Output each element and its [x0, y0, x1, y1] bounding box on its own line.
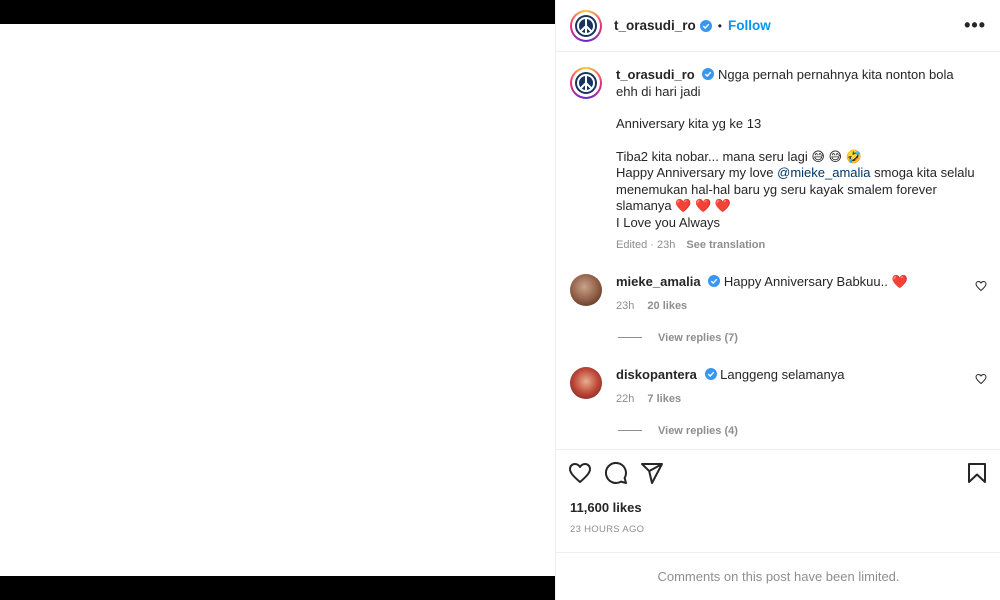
caption-text: t_orasudi_ro Ngga pernah pernahnya kita …	[616, 67, 976, 254]
posted-time: 23 HOURS AGO	[570, 524, 645, 535]
comment-body: mieke_amalia Happy Anniversary Babkuu.. …	[616, 274, 946, 314]
heart-icon[interactable]	[975, 280, 987, 292]
replies-divider	[618, 430, 642, 431]
caption-meta: Edited · 23h See translation	[616, 237, 976, 254]
comment-text: Happy Anniversary Babkuu.. ❤️	[723, 273, 908, 289]
verified-badge-icon	[708, 274, 721, 287]
commenter-username[interactable]: diskopantera	[616, 367, 697, 382]
caption-block: t_orasudi_ro Ngga pernah pernahnya kita …	[556, 53, 1000, 254]
view-replies-label: View replies (7)	[658, 331, 738, 344]
comment-item: diskopantera Langgeng selamanya 22h 7 li…	[556, 366, 1000, 407]
post-side-panel: t_orasudi_ro • Follow ••• t_orasudi_ro N…	[555, 0, 1000, 600]
view-replies-label: View replies (4)	[658, 424, 738, 437]
share-icon[interactable]	[640, 461, 664, 485]
author-username[interactable]: t_orasudi_ro	[614, 18, 696, 33]
caption-username[interactable]: t_orasudi_ro	[616, 67, 695, 82]
caption-avatar[interactable]	[570, 67, 602, 99]
comment-meta: 22h 7 likes	[616, 391, 946, 407]
comment-item: mieke_amalia Happy Anniversary Babkuu.. …	[556, 273, 1000, 314]
replies-divider	[618, 337, 642, 338]
more-options-icon[interactable]: •••	[964, 16, 986, 34]
post-actions: 11,600 likes 23 HOURS AGO	[556, 449, 1000, 535]
commenter-avatar[interactable]	[570, 273, 602, 306]
comments-scroll-area[interactable]: t_orasudi_ro Ngga pernah pernahnya kita …	[556, 53, 1000, 448]
see-translation-link[interactable]: See translation	[686, 239, 765, 251]
commenter-username[interactable]: mieke_amalia	[616, 274, 701, 289]
follow-button[interactable]: Follow	[728, 18, 771, 33]
action-icons-row	[556, 450, 1000, 496]
mention-link[interactable]: @mieke_amalia	[777, 165, 870, 180]
post-photo	[38, 72, 510, 572]
comment-text: Langgeng selamanya	[720, 366, 845, 382]
comment-icon[interactable]	[604, 461, 628, 485]
view-replies-button[interactable]: View replies (4)	[618, 425, 1000, 437]
edited-time: Edited · 23h	[616, 239, 676, 251]
author-avatar[interactable]	[570, 9, 602, 42]
header-separator: •	[717, 18, 722, 33]
post-media	[0, 0, 555, 600]
comment-likes[interactable]: 20 likes	[647, 300, 687, 312]
likes-count[interactable]: 11,600 likes	[556, 500, 1000, 515]
comment-likes[interactable]: 7 likes	[647, 393, 681, 405]
post-header: t_orasudi_ro • Follow •••	[556, 0, 1000, 52]
caption-line-2: Anniversary kita yg ke 13	[616, 116, 762, 131]
commenter-avatar[interactable]	[570, 366, 602, 399]
caption-line-5: I Love you Always	[616, 214, 721, 230]
comment-time: 23h	[616, 299, 635, 312]
post-image-area[interactable]	[0, 24, 555, 576]
heart-icon[interactable]	[975, 373, 987, 385]
verified-badge-icon	[702, 68, 715, 80]
verified-badge-icon	[704, 367, 717, 380]
comment-body: diskopantera Langgeng selamanya 22h 7 li…	[616, 367, 946, 407]
peace-sign-icon	[575, 14, 597, 37]
comments-limited-notice: Comments on this post have been limited.	[556, 552, 1000, 600]
bookmark-icon[interactable]	[965, 461, 989, 485]
peace-sign-icon	[575, 72, 597, 94]
caption-line-3: Tiba2 kita nobar... mana seru lagi 😅 😅 🤣	[616, 148, 862, 164]
comment-time: 22h	[616, 392, 635, 405]
heart-icon[interactable]	[568, 461, 592, 485]
caption-line-4-prefix: Happy Anniversary my love	[616, 165, 778, 180]
view-replies-button[interactable]: View replies (7)	[618, 332, 1000, 344]
verified-badge-icon	[699, 19, 712, 32]
comment-meta: 23h 20 likes	[616, 298, 946, 314]
